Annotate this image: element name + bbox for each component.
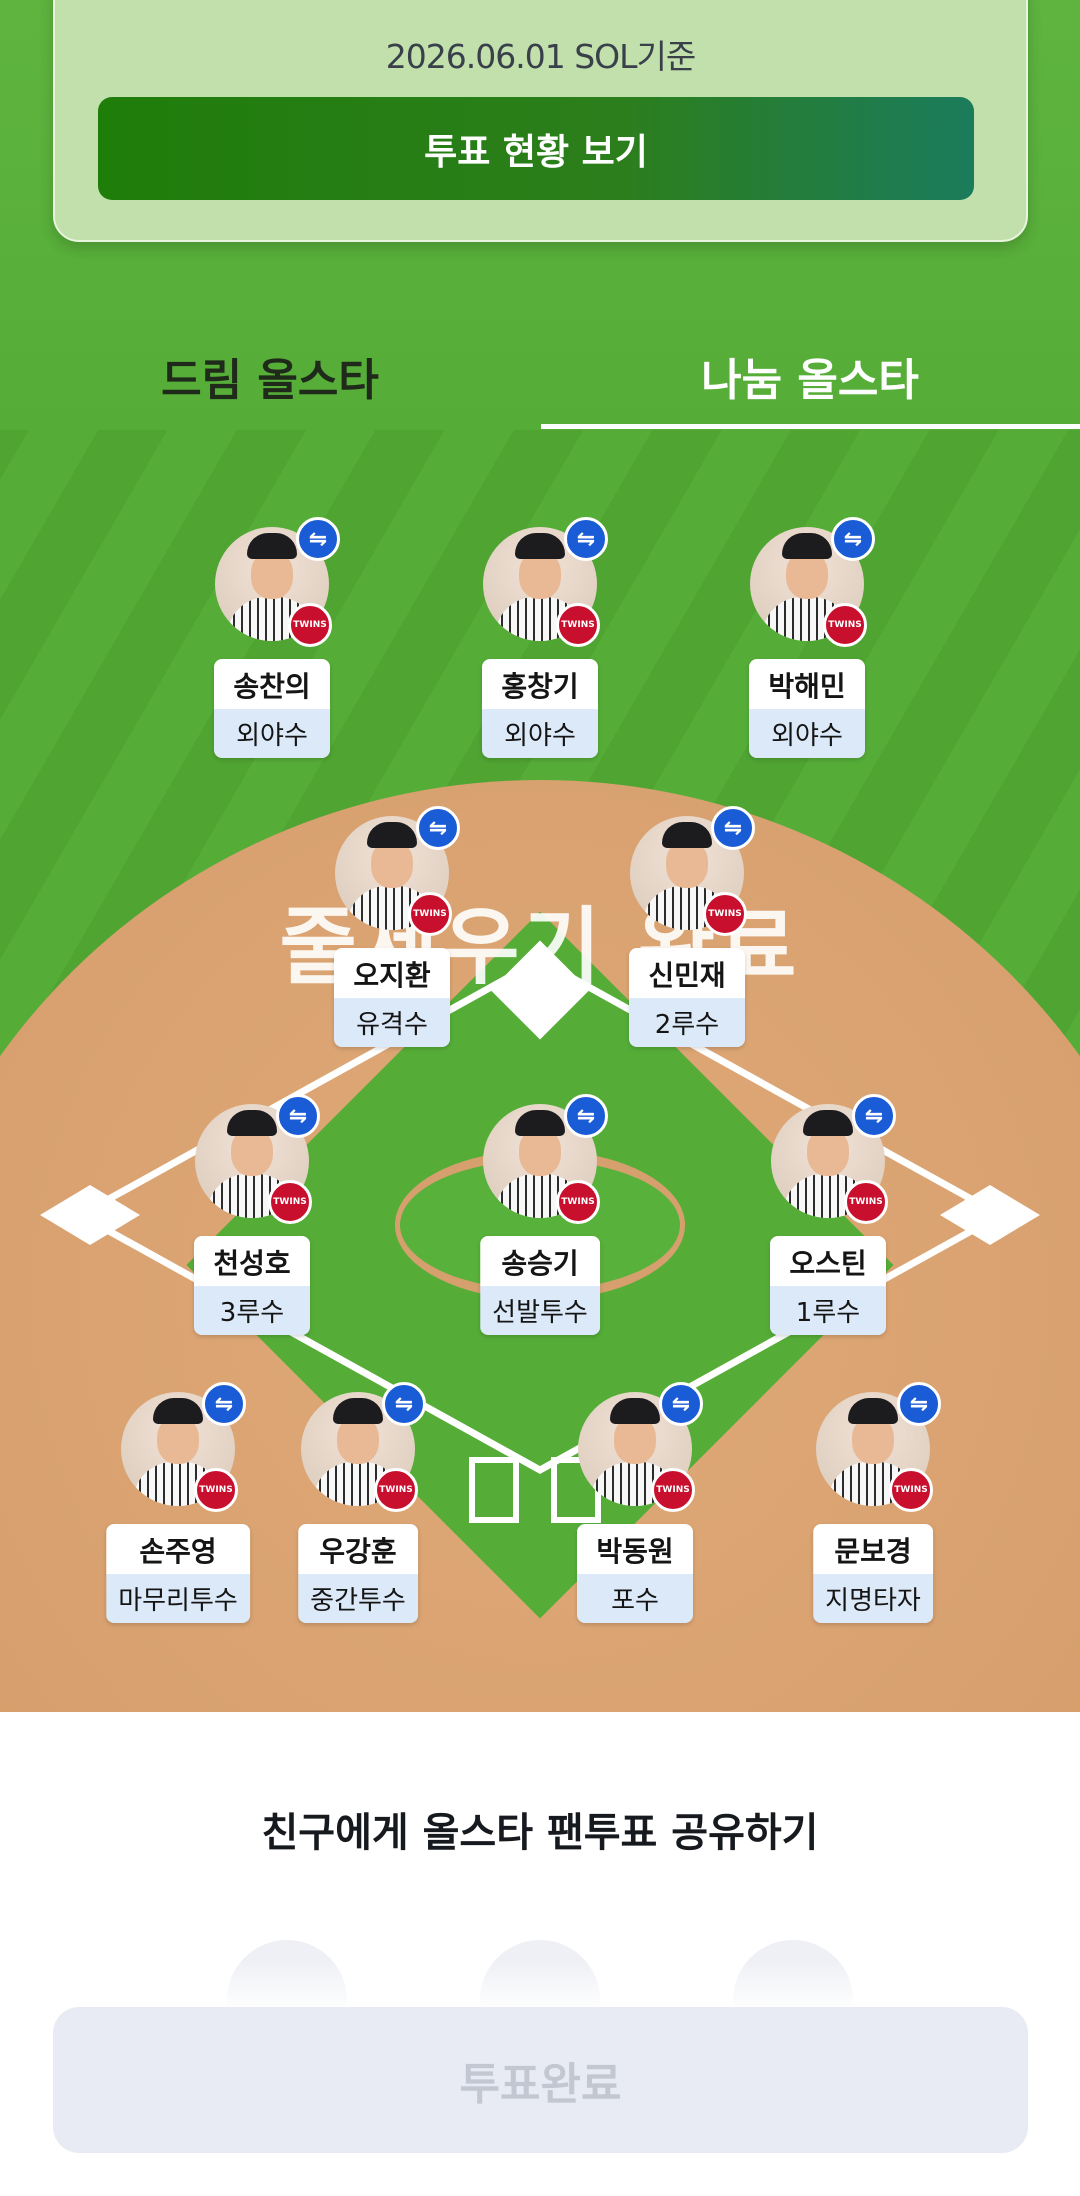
swap-arrows-icon[interactable]: ⇋ <box>564 1094 608 1138</box>
player-card[interactable]: ⇋ TWINS 박해민 외야수 <box>717 517 897 787</box>
player-position: 지명타자 <box>813 1574 933 1623</box>
player-label: 송승기 선발투수 <box>480 1236 600 1335</box>
twins-team-logo-icon: TWINS <box>268 1180 312 1224</box>
lineup-complete-watermark: 줄세우기 완료 <box>279 898 801 996</box>
twins-team-logo-icon: TWINS <box>703 892 747 936</box>
player-position: 외야수 <box>214 709 330 758</box>
player-name: 송승기 <box>480 1236 600 1286</box>
vote-summary-card: 2026.06.01 SOL기준 투표 현황 보기 <box>53 0 1028 242</box>
twins-team-logo-icon: TWINS <box>194 1468 238 1512</box>
player-label: 문보경 지명타자 <box>813 1524 933 1623</box>
player-position: 3루수 <box>194 1286 310 1335</box>
player-name: 손주영 <box>106 1524 250 1574</box>
player-card[interactable]: ⇋ TWINS 박동원 포수 <box>545 1382 725 1652</box>
player-position: 유격수 <box>334 998 450 1047</box>
player-name: 문보경 <box>813 1524 933 1574</box>
swap-arrows-icon[interactable]: ⇋ <box>202 1382 246 1426</box>
player-position: 1루수 <box>770 1286 886 1335</box>
swap-arrows-icon[interactable]: ⇋ <box>711 806 755 850</box>
player-card[interactable]: ⇋ TWINS 우강훈 중간투수 <box>268 1382 448 1652</box>
player-name: 우강훈 <box>298 1524 418 1574</box>
tab-nanum-allstar[interactable]: 나눔 올스타 <box>540 320 1080 432</box>
twins-team-logo-icon: TWINS <box>844 1180 888 1224</box>
player-label: 천성호 3루수 <box>194 1236 310 1335</box>
swap-arrows-icon[interactable]: ⇋ <box>831 517 875 561</box>
player-position: 중간투수 <box>298 1574 418 1623</box>
player-card[interactable]: ⇋ TWINS 천성호 3루수 <box>162 1094 342 1364</box>
player-card[interactable]: ⇋ TWINS 송찬의 외야수 <box>182 517 362 787</box>
twins-team-logo-icon: TWINS <box>408 892 452 936</box>
player-label: 오지환 유격수 <box>334 948 450 1047</box>
player-name: 박동원 <box>577 1524 693 1574</box>
player-card[interactable]: ⇋ TWINS 오스틴 1루수 <box>738 1094 918 1364</box>
player-card[interactable]: ⇋ TWINS 오지환 유격수 <box>302 806 482 1076</box>
player-label: 우강훈 중간투수 <box>298 1524 418 1623</box>
player-label: 신민재 2루수 <box>629 948 745 1047</box>
swap-arrows-icon[interactable]: ⇋ <box>382 1382 426 1426</box>
swap-arrows-icon[interactable]: ⇋ <box>659 1382 703 1426</box>
swap-arrows-icon[interactable]: ⇋ <box>276 1094 320 1138</box>
vote-status-button[interactable]: 투표 현황 보기 <box>98 97 974 200</box>
twins-team-logo-icon: TWINS <box>556 603 600 647</box>
twins-team-logo-icon: TWINS <box>823 603 867 647</box>
player-card[interactable]: ⇋ TWINS 신민재 2루수 <box>597 806 777 1076</box>
player-position: 선발투수 <box>480 1286 600 1335</box>
swap-arrows-icon[interactable]: ⇋ <box>564 517 608 561</box>
player-label: 홍창기 외야수 <box>482 659 598 758</box>
player-name: 오스틴 <box>770 1236 886 1286</box>
player-position: 외야수 <box>482 709 598 758</box>
vote-complete-button[interactable]: 투표완료 <box>53 2007 1028 2153</box>
player-label: 송찬의 외야수 <box>214 659 330 758</box>
twins-team-logo-icon: TWINS <box>889 1468 933 1512</box>
swap-arrows-icon[interactable]: ⇋ <box>416 806 460 850</box>
player-name: 신민재 <box>629 948 745 998</box>
player-label: 오스틴 1루수 <box>770 1236 886 1335</box>
twins-team-logo-icon: TWINS <box>651 1468 695 1512</box>
share-title: 친구에게 올스타 팬투표 공유하기 <box>261 1810 819 1856</box>
twins-team-logo-icon: TWINS <box>374 1468 418 1512</box>
vote-date-label: 2026.06.01 SOL기준 <box>385 37 696 76</box>
swap-arrows-icon[interactable]: ⇋ <box>897 1382 941 1426</box>
player-card[interactable]: ⇋ TWINS 손주영 마무리투수 <box>88 1382 268 1652</box>
player-position: 마무리투수 <box>106 1574 250 1623</box>
player-name: 홍창기 <box>482 659 598 709</box>
player-position: 포수 <box>577 1574 693 1623</box>
player-name: 천성호 <box>194 1236 310 1286</box>
player-position: 2루수 <box>629 998 745 1047</box>
player-label: 박해민 외야수 <box>749 659 865 758</box>
swap-arrows-icon[interactable]: ⇋ <box>852 1094 896 1138</box>
player-name: 송찬의 <box>214 659 330 709</box>
player-card[interactable]: ⇋ TWINS 홍창기 외야수 <box>450 517 630 787</box>
player-position: 외야수 <box>749 709 865 758</box>
team-tabs: 드림 올스타 나눔 올스타 <box>0 320 1080 432</box>
player-name: 오지환 <box>334 948 450 998</box>
twins-team-logo-icon: TWINS <box>556 1180 600 1224</box>
player-card[interactable]: ⇋ TWINS 문보경 지명타자 <box>783 1382 963 1652</box>
swap-arrows-icon[interactable]: ⇋ <box>296 517 340 561</box>
player-label: 손주영 마무리투수 <box>106 1524 250 1623</box>
bottom-fade <box>0 1960 1080 2010</box>
player-card[interactable]: ⇋ TWINS 송승기 선발투수 <box>450 1094 630 1364</box>
tab-dream-allstar[interactable]: 드림 올스타 <box>0 320 540 432</box>
tab-active-indicator <box>541 424 1080 429</box>
player-name: 박해민 <box>749 659 865 709</box>
player-label: 박동원 포수 <box>577 1524 693 1623</box>
twins-team-logo-icon: TWINS <box>288 603 332 647</box>
